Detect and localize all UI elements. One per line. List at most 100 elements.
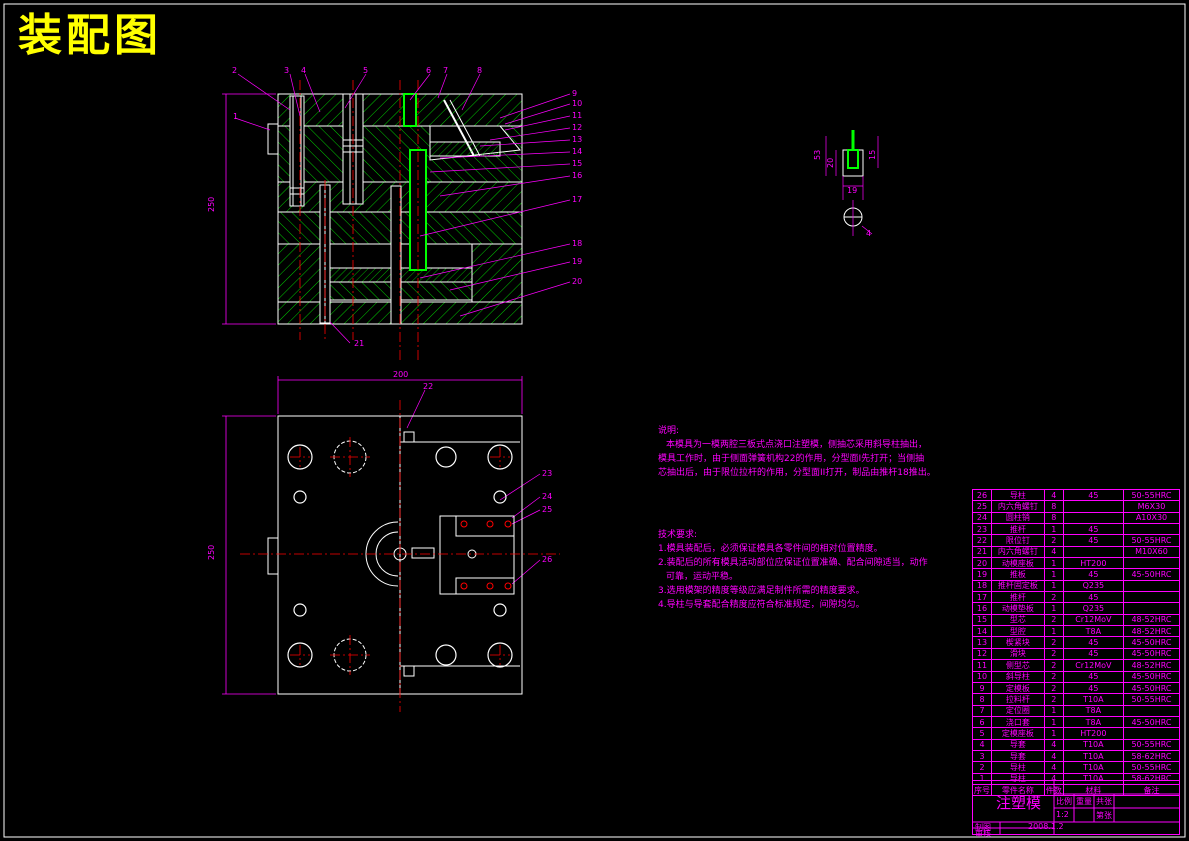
page-label: 第张 — [1096, 811, 1112, 820]
bom-cell: 21 — [972, 545, 992, 559]
tech-line: 4.导柱与导套配合精度应符合标准规定，间隙均匀。 — [658, 600, 865, 610]
bom-cell: 1 — [1043, 602, 1064, 615]
bom-cell: T10A — [1062, 693, 1124, 706]
bom-row: 20 动模座板 1 HT200 — [972, 557, 1181, 570]
front-section-view — [267, 93, 523, 325]
bom-row: 6 浇口套 1 T8A 45-50HRC — [972, 715, 1181, 729]
bom-row: 18 推杆固定板 1 Q235 — [972, 579, 1181, 593]
bom-cell: 16 — [972, 602, 992, 615]
bom-cell: 浇口套 — [991, 715, 1045, 729]
bom-row: 21 内六角螺钉 4 M10X60 — [972, 545, 1181, 559]
bom-cell: 4 — [1043, 738, 1064, 751]
bom-cell: 2 — [1043, 647, 1064, 661]
detail-h1-label: 53 — [813, 150, 822, 160]
part-label: 17 — [572, 195, 582, 204]
bom-cell — [1062, 511, 1124, 525]
bom-cell: 25 — [972, 500, 992, 513]
part-label: 25 — [542, 505, 552, 514]
bom-cell: Cr12MoV — [1062, 613, 1124, 627]
bom-cell: 45-50HRC — [1122, 636, 1181, 649]
bom-cell: 10 — [972, 670, 992, 683]
notes-line: 模具工作时，由于侧面弹簧机构22的作用，分型面I先打开；当侧抽 — [658, 454, 925, 464]
drawn-date: 2008.1.2 — [1028, 822, 1064, 831]
bom-cell: HT200 — [1062, 727, 1124, 740]
bom-cell — [1122, 523, 1181, 536]
bom-cell: 58-62HRC — [1122, 749, 1181, 763]
bom-cell: 型芯 — [991, 613, 1045, 627]
bom-row: 7 定位圈 1 T8A — [972, 704, 1181, 717]
bom-row: 26 导柱 4 45 50-55HRC — [972, 488, 1181, 502]
bom-cell: 1 — [1043, 727, 1064, 740]
bom-cell: 1 — [1043, 523, 1064, 536]
bom-cell: 动模垫板 — [991, 602, 1045, 615]
bom-cell: 48-52HRC — [1122, 625, 1181, 638]
bom-cell — [1062, 500, 1124, 513]
bom-cell: 1 — [1043, 704, 1064, 717]
bom-cell: 2 — [1043, 659, 1064, 672]
bom-cell: 2 — [1043, 591, 1064, 604]
bom-cell: 45 — [1062, 670, 1124, 683]
bom-cell: 18 — [972, 579, 992, 593]
bom-cell: 2 — [1043, 636, 1064, 649]
bom-cell — [1122, 727, 1181, 740]
notes-line: 本模具为一模两腔三板式点浇口注塑模，侧抽芯采用斜导柱抽出， — [666, 440, 928, 450]
part-label: 2 — [232, 66, 237, 75]
bom-cell: Cr12MoV — [1062, 659, 1124, 672]
bom-row: 13 楔紧块 2 45 45-50HRC — [972, 636, 1181, 649]
detail-r-label: 4 — [866, 229, 871, 238]
bom-cell — [1122, 602, 1181, 615]
bom-cell: 11 — [972, 659, 992, 672]
part-label: 20 — [572, 277, 582, 286]
part-label: 19 — [572, 257, 582, 266]
bom-cell: 50-55HRC — [1122, 738, 1181, 751]
bom-cell: 45-50HRC — [1122, 681, 1181, 695]
bom-cell: 45 — [1062, 488, 1124, 502]
bom-cell: 1 — [1043, 625, 1064, 638]
top-view — [267, 415, 523, 695]
bom-cell: 45-50HRC — [1122, 670, 1181, 683]
bom-row: 23 推杆 1 45 — [972, 523, 1181, 536]
bom-row: 5 定模座板 1 HT200 — [972, 727, 1181, 740]
part-label: 5 — [363, 66, 368, 75]
part-label: 12 — [572, 123, 582, 132]
bom-cell — [1122, 704, 1181, 717]
top-width-label: 200 — [393, 370, 408, 379]
tech-line: 3.选用模架的精度等级应满足制件所需的精度要求。 — [658, 586, 865, 596]
bom-cell: 8 — [1043, 511, 1064, 525]
bom-row: 14 型腔 1 T8A 48-52HRC — [972, 625, 1181, 638]
bom-row: 24 圆柱销 8 A10X30 — [972, 511, 1181, 525]
bom-cell: 斜导柱 — [991, 670, 1045, 683]
bom-cell: 推板 — [991, 568, 1045, 581]
bom-row: 22 限位钉 2 45 50-55HRC — [972, 534, 1181, 547]
bom-cell: 拉料杆 — [991, 693, 1045, 706]
bom-cell: 45 — [1062, 523, 1124, 536]
bom-cell: 8 — [972, 693, 992, 706]
description-notes: 说明: 本模具为一模两腔三板式点浇口注塑模，侧抽芯采用斜导柱抽出， 模具工作时，… — [658, 424, 936, 480]
bom-cell: 48-52HRC — [1122, 659, 1181, 672]
bom-cell: 4 — [972, 738, 992, 751]
bom-cell: 2 — [972, 761, 992, 774]
bom-row: 25 内六角螺钉 8 M6X30 — [972, 500, 1181, 513]
part-label: 23 — [542, 469, 552, 478]
detail-h3-label: 20 — [826, 158, 835, 168]
drawing-sheet: 装配图 250 200 250 53 20 15 19 4 2 1 3 4 5 … — [0, 0, 1189, 841]
detail-h2-label: 15 — [868, 150, 877, 160]
bom-row: 16 动模垫板 1 Q235 — [972, 602, 1181, 615]
bom-row: 9 定模板 2 45 45-50HRC — [972, 681, 1181, 695]
bom-cell: 12 — [972, 647, 992, 661]
bom-cell: 3 — [972, 749, 992, 763]
bom-cell: M6X30 — [1122, 500, 1181, 513]
bom-cell: HT200 — [1062, 557, 1124, 570]
bom-cell — [1122, 557, 1181, 570]
scale-label: 比例 — [1056, 797, 1072, 806]
part-label: 10 — [572, 99, 582, 108]
bom-cell: 26 — [972, 488, 992, 502]
bom-row: 8 拉料杆 2 T10A 50-55HRC — [972, 693, 1181, 706]
bom-cell: 动模座板 — [991, 557, 1045, 570]
bom-cell: 楔紧块 — [991, 636, 1045, 649]
bom-cell: 4 — [1043, 749, 1064, 763]
bom-cell: 2 — [1043, 670, 1064, 683]
title-block: 注塑模 比例 1:2 重量 共张 第张 制图 2008.1.2 审核 — [972, 780, 1180, 838]
bom-cell: 导套 — [991, 738, 1045, 751]
bom-cell: 定模板 — [991, 681, 1045, 695]
